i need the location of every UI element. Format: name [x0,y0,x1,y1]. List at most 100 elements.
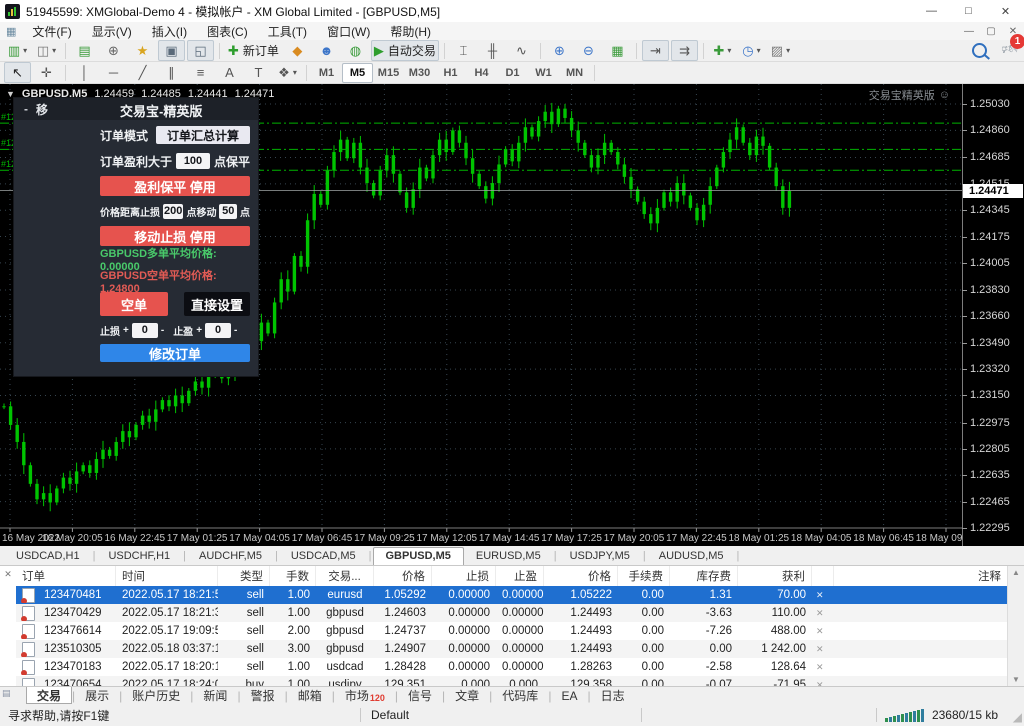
close-order-icon[interactable]: ✕ [812,644,838,655]
cursor-button[interactable]: ↖ [4,62,31,83]
close-order-icon[interactable]: ✕ [812,662,838,673]
horizontal-line-button[interactable]: ─ [100,62,127,83]
notification-badge[interactable]: 1 [1010,34,1024,49]
terminal-tab-2[interactable]: 账户历史 [122,688,190,704]
terminal-tab-6[interactable]: 市场120 [335,688,395,704]
crosshair-button[interactable]: ✛ [33,62,60,83]
autotrading-button[interactable]: ▶自动交易 [371,40,439,61]
chart-profiles-button[interactable]: ◫▾ [33,40,60,61]
line-chart-button[interactable]: ∿ [508,40,535,61]
menu-item-2[interactable]: 插入(I) [142,23,197,40]
zoom-out-button[interactable]: ⊖ [575,40,602,61]
column-header-0[interactable]: 订单 [16,566,116,586]
sl-input[interactable]: 0 [132,323,158,338]
indicators-button[interactable]: ✚▾ [709,40,736,61]
child-minimize-button[interactable]: — [958,23,980,39]
timeframe-h4[interactable]: H4 [466,63,497,83]
chart-tab-usdchf-h1[interactable]: USDCHF,H1 [96,548,182,565]
column-header-12[interactable] [812,566,834,586]
mql5-market-button[interactable]: ◆ [284,40,311,61]
label-button[interactable]: T [245,62,272,83]
zoom-in-button[interactable]: ⊕ [546,40,573,61]
column-header-11[interactable]: 获利 [738,566,812,586]
strategy-tester-button[interactable]: ◱ [187,40,214,61]
chart-tab-usdcad-m5[interactable]: USDCAD,M5 [279,548,368,565]
data-window-button[interactable]: ⊕ [100,40,127,61]
timeframe-m15[interactable]: M15 [373,63,404,83]
market-watch-button[interactable]: ▤ [71,40,98,61]
close-button[interactable]: ✕ [987,0,1024,22]
ea-smiley-icon[interactable]: ☺ [939,89,950,101]
auto-scroll-button[interactable]: ⇉ [671,40,698,61]
chart-tab-audchf-m5[interactable]: AUDCHF,M5 [187,548,274,565]
timeframe-m30[interactable]: M30 [404,63,435,83]
new-chart-button[interactable]: ▥▾ [4,40,31,61]
timeframe-w1[interactable]: W1 [528,63,559,83]
timeframe-mn[interactable]: MN [559,63,590,83]
breakeven-toggle-button[interactable]: 盈利保平 停用 [100,176,250,196]
chart-shift-button[interactable]: ⇥ [642,40,669,61]
community-button[interactable]: ☻ [313,40,340,61]
profit-threshold-input[interactable]: 100 [176,153,210,169]
channel-button[interactable]: ∥ [158,62,185,83]
order-row[interactable]: 1235103052022.05.18 03:37:11sell3.00gbpu… [16,640,1008,658]
periods-button[interactable]: ◷▾ [738,40,765,61]
terminal-tab-9[interactable]: 代码库 [492,688,548,704]
order-row[interactable]: 1234766142022.05.17 19:09:58sell2.00gbpu… [16,622,1008,640]
menu-item-6[interactable]: 帮助(H) [380,23,441,40]
new-order-button[interactable]: ✚新订单 [225,40,282,61]
tile-windows-button[interactable]: ▦ [604,40,631,61]
column-header-3[interactable]: 手数 [270,566,316,586]
close-order-icon[interactable]: ✕ [812,590,838,601]
order-row[interactable]: 1234704292022.05.17 18:21:39sell1.00gbpu… [16,604,1008,622]
terminal-tab-3[interactable]: 新闻 [193,688,237,704]
column-header-9[interactable]: 手续费 [618,566,670,586]
scroll-down-icon[interactable]: ▼ [1008,675,1024,684]
terminal-tab-7[interactable]: 信号 [398,688,442,704]
child-restore-button[interactable]: ▢ [980,23,1002,39]
chart-tab-usdjpy-m5[interactable]: USDJPY,M5 [558,548,642,565]
menu-item-5[interactable]: 窗口(W) [317,23,380,40]
sl-minus[interactable]: - [161,325,164,336]
chart-tab-gbpusd-m5[interactable]: GBPUSD,M5 [373,547,464,565]
navigator-button[interactable]: ★ [129,40,156,61]
tp-minus[interactable]: - [234,325,237,336]
terminal-panel-button[interactable]: ▣ [158,40,185,61]
close-order-icon[interactable]: ✕ [812,608,838,619]
column-header-7[interactable]: 止盈 [496,566,544,586]
scroll-up-icon[interactable]: ▲ [1008,568,1024,577]
terminal-close-icon[interactable]: ✕ [2,568,14,580]
search-icon[interactable] [972,43,987,58]
trendline-button[interactable]: ╱ [129,62,156,83]
terminal-tab-5[interactable]: 邮箱 [288,688,332,704]
terminal-tab-1[interactable]: 展示 [75,688,119,704]
chart-tab-audusd-m5[interactable]: AUDUSD,M5 [647,548,736,565]
menu-item-1[interactable]: 显示(V) [82,23,142,40]
panel-minimize-button[interactable]: - [14,102,36,116]
column-header-4[interactable]: 交易... [316,566,374,586]
trail-step-input[interactable]: 50 [219,204,237,219]
timeframe-m1[interactable]: M1 [311,63,342,83]
chart-tab-usdcad-h1[interactable]: USDCAD,H1 [4,548,92,565]
menu-item-3[interactable]: 图表(C) [197,23,258,40]
direct-set-button[interactable]: 直接设置 [184,292,250,316]
sl-plus[interactable]: + [123,325,129,336]
vertical-line-button[interactable]: │ [71,62,98,83]
terminal-tab-10[interactable]: EA [551,688,587,704]
sell-button[interactable]: 空单 [100,292,168,316]
tp-input[interactable]: 0 [205,323,231,338]
chart-tab-eurusd-m5[interactable]: EURUSD,M5 [464,548,553,565]
terminal-tab-4[interactable]: 警报 [241,688,285,704]
column-header-5[interactable]: 价格 [374,566,432,586]
candlestick-chart-button[interactable]: ╫ [479,40,506,61]
signals-button[interactable]: ◍ [342,40,369,61]
bar-chart-button[interactable]: ⌶ [450,40,477,61]
order-row[interactable]: 1234701832022.05.17 18:20:12sell1.00usdc… [16,658,1008,676]
timeframe-d1[interactable]: D1 [497,63,528,83]
timeframe-h1[interactable]: H1 [435,63,466,83]
terminal-tab-11[interactable]: 日志 [591,688,635,704]
fibonacci-button[interactable]: ≡ [187,62,214,83]
timeframe-m5[interactable]: M5 [342,63,373,83]
column-header-1[interactable]: 时间 [116,566,218,586]
tp-plus[interactable]: + [196,325,202,336]
